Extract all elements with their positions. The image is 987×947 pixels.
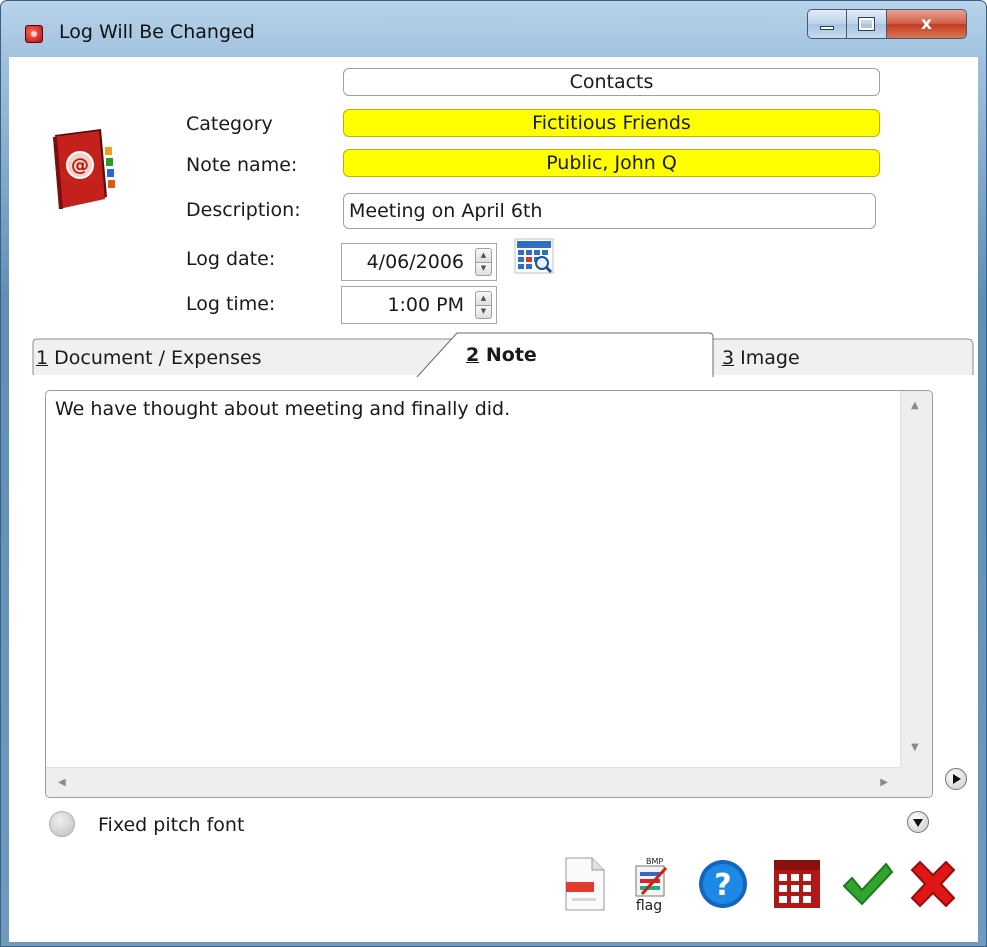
note-name-label: Note name: — [186, 154, 298, 176]
spin-up-icon[interactable]: ▲ — [475, 291, 492, 306]
dialog-window: Log Will Be Changed x @ Contacts Categor… — [0, 0, 987, 947]
cancel-x-icon — [910, 860, 956, 908]
svg-text:?: ? — [714, 868, 731, 903]
note-memo[interactable]: We have thought about meeting and finall… — [45, 390, 933, 798]
note-name-field[interactable]: Public, John Q — [343, 149, 880, 177]
scroll-right-icon[interactable]: ▶ — [880, 778, 888, 788]
fixed-pitch-label: Fixed pitch font — [98, 814, 245, 836]
log-time-field[interactable]: 1:00 PM ▲ ▼ — [341, 286, 497, 324]
note-text[interactable]: We have thought about meeting and finall… — [55, 398, 510, 420]
spin-up-icon[interactable]: ▲ — [475, 248, 492, 263]
vertical-scrollbar[interactable]: ▲ ▼ — [900, 391, 932, 767]
cancel-button[interactable] — [906, 855, 960, 913]
log-time-value: 1:00 PM — [387, 294, 464, 316]
fixed-pitch-radio[interactable] — [49, 811, 75, 837]
tab-document-expenses-label: Document / Expenses — [54, 347, 262, 369]
log-time-label: Log time: — [186, 293, 276, 315]
expand-right-button[interactable] — [945, 768, 967, 790]
help-button[interactable]: ? — [696, 855, 750, 913]
play-right-icon — [953, 774, 961, 784]
tab-note-label: Note — [485, 344, 537, 366]
maximize-icon — [858, 17, 875, 31]
tab-image[interactable]: 3 Image — [722, 347, 800, 369]
help-icon: ? — [699, 860, 747, 908]
ok-button[interactable] — [840, 855, 894, 913]
app-icon — [25, 25, 43, 43]
play-down-icon — [913, 819, 923, 827]
log-date-label: Log date: — [186, 248, 276, 270]
minimize-button[interactable] — [807, 9, 847, 39]
minimize-icon — [820, 26, 834, 30]
log-date-value: 4/06/2006 — [366, 251, 464, 273]
scroll-down-icon[interactable]: ▼ — [911, 743, 919, 753]
scroll-left-icon[interactable]: ◀ — [58, 778, 66, 788]
tab-document-expenses-number: 1 — [36, 347, 49, 369]
expand-down-button[interactable] — [907, 811, 929, 833]
table-name-field: Contacts — [343, 68, 880, 96]
svg-text:@: @ — [71, 155, 89, 176]
tab-note[interactable]: 2 Note — [466, 344, 537, 366]
close-button[interactable]: x — [887, 9, 967, 39]
description-field[interactable]: Meeting on April 6th — [343, 193, 876, 229]
bitmap-icon: BMP — [635, 857, 668, 897]
table-icon — [774, 860, 820, 908]
address-book-icon: @ — [53, 129, 115, 209]
bmp-sub-caption: flag — [635, 898, 663, 914]
tab-note-number: 2 — [466, 344, 480, 366]
close-icon: x — [921, 14, 932, 34]
tab-image-label: Image — [740, 347, 800, 369]
category-label: Category — [186, 113, 273, 135]
spin-down-icon[interactable]: ▼ — [475, 305, 492, 319]
window-controls: x — [807, 9, 967, 39]
log-time-spinner[interactable]: ▲ ▼ — [475, 291, 492, 319]
new-document-button[interactable] — [558, 855, 612, 913]
spin-down-icon[interactable]: ▼ — [475, 262, 492, 276]
bmp-caption: BMP — [646, 857, 663, 866]
category-field[interactable]: Fictitious Friends — [343, 109, 880, 137]
description-label: Description: — [186, 199, 301, 221]
document-icon — [565, 857, 605, 911]
bitmap-button[interactable]: BMP flag — [622, 855, 676, 913]
scroll-corner — [900, 767, 932, 797]
tab-document-expenses[interactable]: 1 Document / Expenses — [36, 347, 262, 369]
log-date-field[interactable]: 4/06/2006 ▲ ▼ — [341, 243, 497, 281]
scroll-up-icon[interactable]: ▲ — [911, 401, 919, 411]
maximize-button[interactable] — [847, 9, 887, 39]
calendar-icon[interactable] — [513, 237, 555, 275]
checkmark-icon — [842, 862, 894, 906]
horizontal-scrollbar[interactable]: ◀ ▶ — [46, 767, 902, 797]
title-bar[interactable]: Log Will Be Changed x — [1, 1, 986, 57]
tab-image-number: 3 — [722, 347, 735, 369]
table-button[interactable] — [770, 855, 824, 913]
window-title: Log Will Be Changed — [59, 21, 255, 43]
dialog-client-area: @ Contacts Category Fictitious Friends N… — [9, 57, 978, 942]
log-date-spinner[interactable]: ▲ ▼ — [475, 248, 492, 276]
